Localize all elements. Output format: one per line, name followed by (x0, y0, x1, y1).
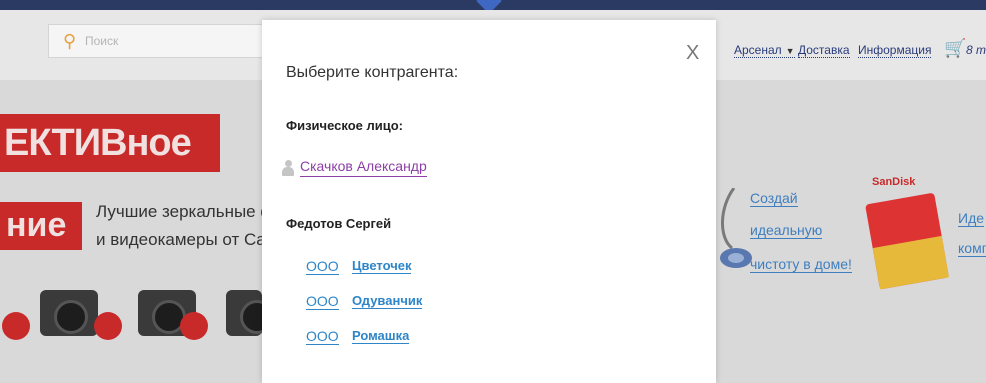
nav-delivery-link[interactable]: Доставка (798, 43, 850, 58)
search-icon: ⚲ (63, 31, 77, 51)
close-icon[interactable]: X (686, 42, 699, 65)
gift-icon (94, 312, 122, 340)
org-type-label[interactable]: ООО (306, 293, 339, 310)
user-icon (282, 160, 294, 176)
ad-link-line3[interactable]: чистоту в доме! (750, 256, 852, 273)
gift-icon (2, 312, 30, 340)
right-ad-link-line1[interactable]: Иде (958, 210, 985, 227)
cart-count[interactable]: 8 m (966, 43, 986, 57)
org-name-link[interactable]: Одуванчик (352, 293, 423, 309)
org-name-link[interactable]: Ромашка (352, 328, 410, 344)
org-type-label[interactable]: ООО (306, 328, 339, 345)
promo-banner-red-top: ЕКТИВное (0, 114, 220, 172)
banner-text-1: ЕКТИВное (4, 122, 192, 164)
company-group-heading: Федотов Сергей (286, 216, 392, 231)
nav-info-link[interactable]: Информация (858, 43, 932, 58)
modal-title: Выберите контрагента: (286, 64, 459, 81)
camera-image (40, 290, 98, 336)
individual-name-link[interactable]: Скачков Александр (300, 158, 427, 177)
vacuum-image (720, 188, 752, 268)
org-type-label[interactable]: ООО (306, 258, 339, 275)
caret-down-icon: ▼ (785, 46, 795, 56)
cart-icon[interactable]: 🛒 (944, 38, 966, 59)
nav-arsenal-dropdown[interactable]: Арсенал ▼ (734, 43, 795, 58)
sd-card-image (865, 192, 949, 290)
ad-link-line1[interactable]: Создай (750, 190, 798, 207)
window-top-frame (0, 0, 986, 14)
promo-text-line2: и видеокамеры от Cano (96, 230, 285, 249)
promo-text-line1: Лучшие зеркальные фо (96, 202, 284, 221)
right-ad-link-line2[interactable]: комп (958, 240, 986, 257)
camcorder-image (226, 290, 274, 336)
org-name-link[interactable]: Цветочек (352, 258, 412, 274)
individual-heading: Физическое лицо: (286, 118, 404, 133)
nav-arsenal-label: Арсенал (734, 43, 782, 57)
counterparty-modal: X Выберите контрагента: Физическое лицо:… (262, 20, 716, 383)
promo-banner-red-bottom: ние (0, 202, 82, 250)
gift-icon (180, 312, 208, 340)
sandisk-logo: SanDisk (872, 176, 916, 188)
banner-text-2: ние (6, 206, 67, 244)
search-placeholder: Поиск (85, 34, 119, 48)
ad-link-line2[interactable]: идеальную (750, 222, 823, 239)
